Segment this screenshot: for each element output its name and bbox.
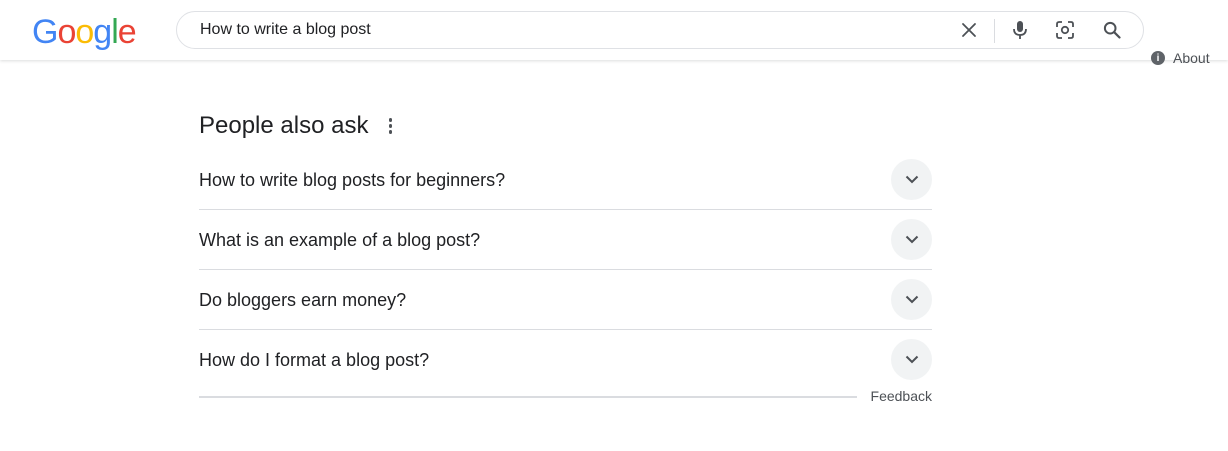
kebab-menu-icon[interactable] bbox=[382, 114, 398, 138]
clear-search-button[interactable] bbox=[957, 18, 981, 42]
chevron-down-icon bbox=[905, 295, 918, 304]
logo-letter: g bbox=[93, 13, 112, 51]
question-item[interactable]: What is an example of a blog post? bbox=[199, 210, 932, 270]
expand-button[interactable] bbox=[891, 339, 932, 380]
google-logo[interactable]: G o o g l e bbox=[32, 12, 137, 52]
expand-button[interactable] bbox=[891, 279, 932, 320]
microphone-icon bbox=[1013, 21, 1027, 39]
question-item[interactable]: How to write blog posts for beginners? bbox=[199, 150, 932, 210]
chevron-down-icon bbox=[905, 355, 918, 364]
logo-letter: G bbox=[32, 13, 58, 51]
chevron-down-icon bbox=[905, 235, 918, 244]
question-item[interactable]: Do bloggers earn money? bbox=[199, 270, 932, 330]
search-submit-button[interactable] bbox=[1100, 18, 1124, 42]
expand-button[interactable] bbox=[891, 159, 932, 200]
paa-header: People also ask bbox=[199, 108, 932, 144]
feedback-row: Feedback bbox=[199, 386, 932, 406]
logo-letter: e bbox=[117, 13, 137, 51]
voice-search-button[interactable] bbox=[1008, 18, 1032, 42]
close-icon bbox=[962, 23, 976, 37]
people-also-ask-section: People also ask How to write blog posts … bbox=[199, 108, 932, 389]
question-item[interactable]: How do I format a blog post? bbox=[199, 330, 932, 389]
chevron-down-icon bbox=[905, 175, 918, 184]
lens-camera-icon bbox=[1056, 21, 1074, 39]
search-input[interactable] bbox=[200, 18, 920, 42]
logo-letter: o bbox=[57, 13, 76, 51]
question-text: What is an example of a blog post? bbox=[199, 229, 481, 250]
about-label: About bbox=[1173, 50, 1210, 66]
search-box bbox=[176, 11, 1144, 49]
question-list: How to write blog posts for beginners? W… bbox=[199, 150, 932, 389]
question-text: How do I format a blog post? bbox=[199, 349, 430, 370]
header-bar: G o o g l e bbox=[0, 0, 1228, 60]
info-icon: i bbox=[1151, 51, 1165, 65]
search-icon bbox=[1103, 21, 1121, 39]
image-search-button[interactable] bbox=[1053, 18, 1077, 42]
feedback-link[interactable]: Feedback bbox=[871, 388, 932, 404]
about-results-link[interactable]: i About bbox=[1151, 50, 1210, 66]
question-text: Do bloggers earn money? bbox=[199, 289, 407, 310]
question-text: How to write blog posts for beginners? bbox=[199, 169, 506, 190]
section-title: People also ask bbox=[199, 112, 369, 139]
expand-button[interactable] bbox=[891, 219, 932, 260]
section-divider bbox=[199, 396, 857, 398]
search-divider bbox=[994, 19, 995, 43]
logo-letter: o bbox=[75, 13, 94, 51]
